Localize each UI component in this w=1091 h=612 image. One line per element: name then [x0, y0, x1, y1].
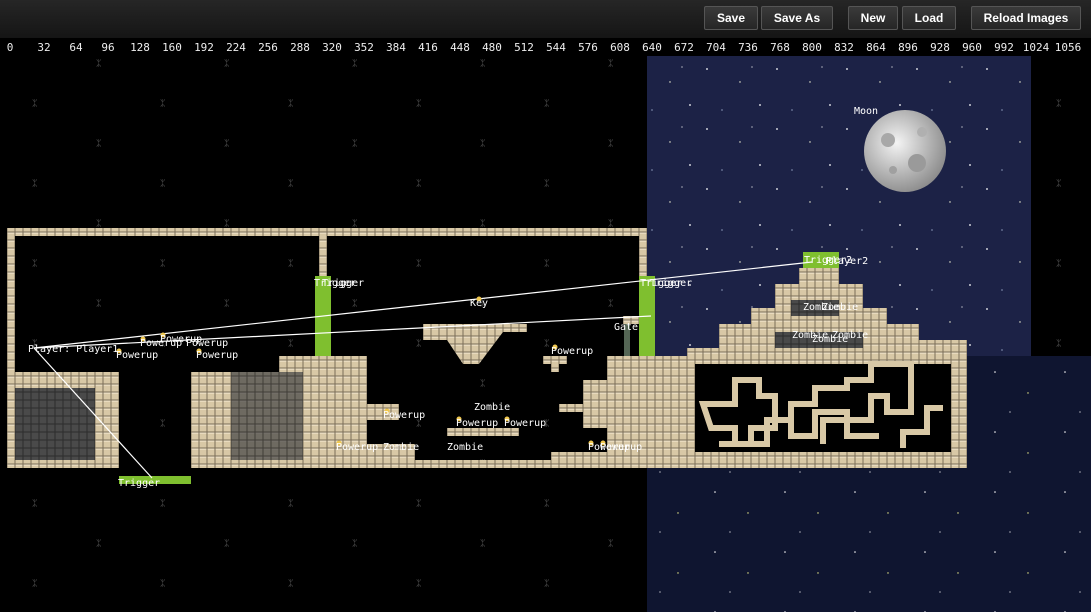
save-as-button[interactable]: Save As	[761, 6, 833, 30]
key-label[interactable]: Key	[470, 298, 488, 309]
ruler-tick: 1024	[1022, 41, 1050, 54]
powerup-label[interactable]: Powerup	[186, 338, 228, 349]
ruler-tick: 1056	[1054, 41, 1082, 54]
zombie-label[interactable]: Zombie	[474, 402, 510, 413]
new-button[interactable]: New	[848, 6, 898, 30]
ruler-tick: 960	[962, 41, 982, 54]
ruler-tick: 864	[866, 41, 886, 54]
ruler-tick: 800	[802, 41, 822, 54]
moon-label: Moon	[854, 106, 878, 117]
ruler-tick: 352	[354, 41, 374, 54]
load-button[interactable]: Load	[902, 6, 956, 30]
level-scene: ᛯ ᛯ Moon	[0, 56, 1091, 612]
trigger-label[interactable]: Trigger	[322, 278, 364, 289]
ruler-tick: 992	[994, 41, 1014, 54]
powerup-label[interactable]: Powerup	[456, 418, 498, 429]
trigger-label[interactable]: Trigger	[650, 278, 692, 289]
gate-label[interactable]: Gate	[614, 322, 638, 333]
powerup-label[interactable]: Powerup	[196, 350, 238, 361]
zombie-label[interactable]: Zombie	[447, 442, 483, 453]
ruler-tick: 192	[194, 41, 214, 54]
ruler-tick: 480	[482, 41, 502, 54]
player1-label[interactable]: Player: Player1	[28, 344, 118, 355]
player2-label[interactable]: Player2	[826, 256, 868, 267]
editor-toolbar: Save Save As New Load Reload Images	[0, 0, 1091, 38]
zombie-label[interactable]: Zombie	[383, 442, 419, 453]
ruler-tick: 576	[578, 41, 598, 54]
trigger-label[interactable]: Trigger	[118, 478, 160, 489]
ruler-tick: 896	[898, 41, 918, 54]
coordinate-ruler: 0 32 64 96 128 160 192 224 256 288 320 352 384 416 448…	[0, 38, 1091, 56]
ruler-tick: 128	[130, 41, 150, 54]
ruler-tick: 448	[450, 41, 470, 54]
ruler-tick: 704	[706, 41, 726, 54]
ruler-tick: 832	[834, 41, 854, 54]
ruler-tick: 288	[290, 41, 310, 54]
ruler-tick: 608	[610, 41, 630, 54]
level-canvas[interactable]: ᛯ ᛯ Moon	[0, 56, 1091, 612]
ruler-tick: 928	[930, 41, 950, 54]
powerup-label[interactable]: Powerup	[116, 350, 158, 361]
ruler-tick: 256	[258, 41, 278, 54]
ruler-tick: 96	[101, 41, 115, 54]
ruler-tick: 512	[514, 41, 534, 54]
powerup-label[interactable]: Powerup	[551, 346, 593, 357]
ruler-tick: 768	[770, 41, 790, 54]
ruler-tick: 640	[642, 41, 662, 54]
ruler-tick: 416	[418, 41, 438, 54]
ruler-tick: 32	[37, 41, 51, 54]
zombie-label[interactable]: Zombie	[822, 302, 858, 313]
reload-images-button[interactable]: Reload Images	[971, 6, 1081, 30]
ruler-tick: 320	[322, 41, 342, 54]
ruler-tick: 0	[6, 41, 14, 54]
ruler-tick: 736	[738, 41, 758, 54]
save-button[interactable]: Save	[704, 6, 758, 30]
ruler-tick: 160	[162, 41, 182, 54]
zombie-label[interactable]: Zombie	[812, 334, 848, 345]
powerup-label[interactable]: Powerup	[383, 410, 425, 421]
ruler-tick: 672	[674, 41, 694, 54]
powerup-label[interactable]: Powerup	[504, 418, 546, 429]
ruler-tick: 384	[386, 41, 406, 54]
ruler-tick: 64	[69, 41, 83, 54]
ruler-tick: 544	[546, 41, 566, 54]
ruler-tick: 224	[226, 41, 246, 54]
powerup-label[interactable]: Powerup	[600, 442, 642, 453]
powerup-label[interactable]: Powerup	[336, 442, 378, 453]
